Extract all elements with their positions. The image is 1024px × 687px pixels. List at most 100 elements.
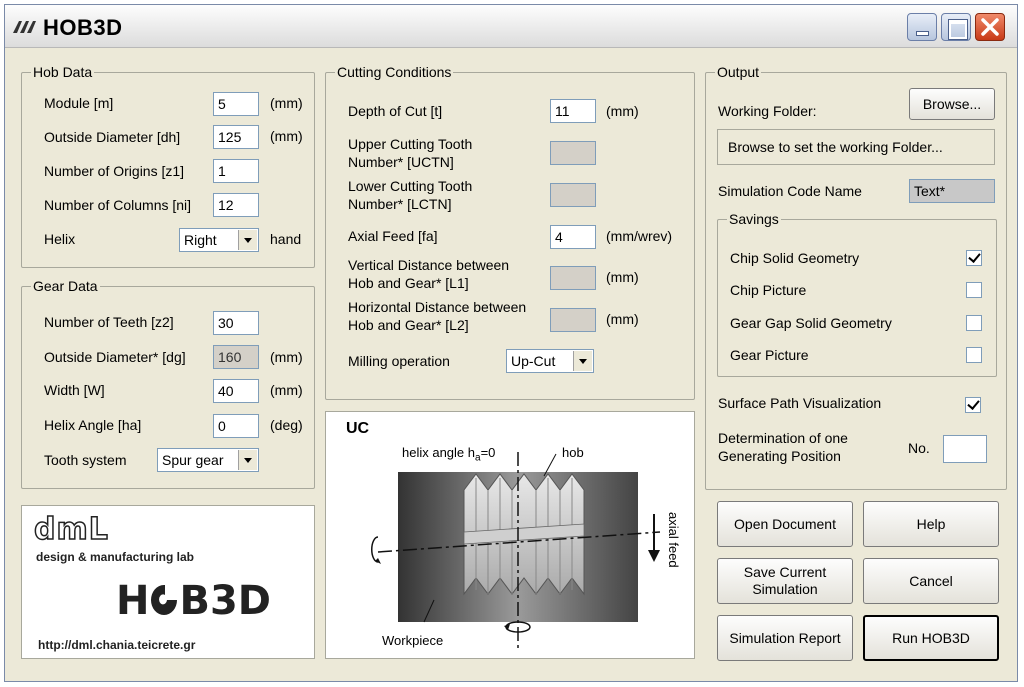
helix-select-value: Right — [184, 232, 217, 248]
help-button[interactable]: Help — [863, 501, 999, 547]
maximize-icon — [949, 20, 967, 39]
helix-select[interactable]: Right — [179, 228, 259, 252]
axial-feed-caption: axial feed — [666, 512, 681, 568]
cutting-conditions-legend: Cutting Conditions — [335, 64, 454, 80]
milling-select-value: Up-Cut — [511, 353, 556, 369]
helix-angle-caption-text: helix angle h — [402, 445, 475, 460]
module-unit: (mm) — [270, 95, 303, 111]
browse-button[interactable]: Browse... — [909, 88, 995, 120]
gear-gap-checkbox[interactable] — [966, 315, 982, 331]
l2-input — [550, 308, 596, 332]
saving-label-gear-gap: Gear Gap Solid Geometry — [730, 315, 892, 331]
run-hob3d-button[interactable]: Run HOB3D — [863, 615, 999, 661]
l1-label-line1: Vertical Distance between — [348, 257, 510, 273]
columns-input[interactable]: 12 — [213, 193, 259, 217]
open-document-button[interactable]: Open Document — [717, 501, 853, 547]
hob-diameter-label: Outside Diameter [dh] — [44, 129, 181, 145]
uctn-label-line2: Number* [UCTN] — [348, 154, 454, 170]
gear-diameter-input: 160 — [213, 345, 259, 369]
milling-select[interactable]: Up-Cut — [506, 349, 594, 373]
helix-angle-caption: helix angle ha=0 — [402, 444, 495, 467]
close-button[interactable] — [975, 13, 1005, 41]
product-logo-left: H — [116, 578, 150, 624]
gear-diameter-label: Outside Diameter* [dg] — [44, 349, 186, 365]
hob-shape — [463, 473, 585, 596]
depth-label: Depth of Cut [t] — [348, 103, 443, 119]
helix-label: Helix — [44, 231, 76, 247]
savings-legend: Savings — [727, 211, 781, 227]
lab-subtitle: design & manufacturing lab — [36, 550, 195, 564]
module-input[interactable]: 5 — [213, 92, 259, 116]
output-legend: Output — [715, 64, 762, 80]
hob-rotation-icon — [371, 536, 379, 563]
chip-solid-checkbox[interactable] — [966, 250, 982, 266]
hobbing-diagram — [371, 452, 661, 652]
simulation-report-button[interactable]: Simulation Report — [717, 615, 853, 661]
axial-feed-unit: (mm/wrev) — [606, 228, 673, 244]
chevron-down-icon[interactable] — [238, 230, 257, 250]
generating-label-line1: Determination of one — [718, 430, 848, 446]
gear-picture-checkbox[interactable] — [966, 347, 982, 363]
chevron-down-icon[interactable] — [573, 351, 592, 371]
saving-label-chip-picture: Chip Picture — [730, 282, 807, 298]
working-folder-field[interactable]: Browse to set the working Folder... — [717, 129, 995, 165]
saving-label-chip-solid: Chip Solid Geometry — [730, 250, 860, 266]
saving-label-gear-picture: Gear Picture — [730, 347, 809, 363]
hob-data-group: Hob Data Module [m] 5 (mm) Outside Diame… — [21, 64, 315, 268]
tooth-system-select[interactable]: Spur gear — [157, 448, 259, 472]
axial-feed-input[interactable]: 4 — [550, 225, 596, 249]
output-group: Output Working Folder: Browse... Browse … — [705, 64, 1007, 490]
chevron-down-icon[interactable] — [238, 450, 257, 470]
code-name-label: Simulation Code Name — [718, 183, 862, 199]
minimize-button[interactable] — [907, 13, 937, 41]
width-label: Width [W] — [44, 382, 105, 398]
teeth-input[interactable]: 30 — [213, 311, 259, 335]
axial-feed-label: Axial Feed [fa] — [348, 228, 438, 244]
close-icon — [981, 18, 999, 36]
gear-data-group: Gear Data Number of Teeth [z2] 30 Outsid… — [21, 278, 315, 489]
width-input[interactable]: 40 — [213, 379, 259, 403]
hob-diameter-input[interactable]: 125 — [213, 125, 259, 149]
code-name-input[interactable]: Text* — [909, 179, 995, 203]
maximize-button[interactable] — [941, 13, 971, 41]
hob-swirl-icon — [151, 585, 178, 615]
app-icon — [13, 21, 36, 33]
window-title: HOB3D — [43, 15, 123, 40]
main-window: HOB3D Hob Data Module [m] 5 (mm) Outside… — [4, 4, 1018, 682]
workpiece-caption: Workpiece — [382, 633, 444, 648]
hob-data-legend: Hob Data — [31, 64, 95, 80]
lab-url[interactable]: http://dml.chania.teicrete.gr — [38, 638, 195, 652]
title-bar[interactable]: HOB3D — [5, 5, 1017, 48]
chip-picture-checkbox[interactable] — [966, 282, 982, 298]
tooth-system-label: Tooth system — [44, 452, 127, 468]
generating-label-line2: Generating Position — [718, 448, 841, 464]
width-unit: (mm) — [270, 382, 303, 398]
uctn-label-line1: Upper Cutting Tooth — [348, 136, 473, 152]
helix-angle-input[interactable]: 0 — [213, 414, 259, 438]
position-no-input[interactable] — [943, 435, 987, 463]
cutting-conditions-group: Cutting Conditions Depth of Cut [t] 11 (… — [325, 64, 695, 400]
l2-unit: (mm) — [606, 311, 639, 327]
helix-unit: hand — [270, 231, 302, 247]
l1-label-line2: Hob and Gear* [L1] — [348, 275, 469, 291]
helix-angle-unit: (deg) — [270, 417, 303, 433]
hob-diameter-unit: (mm) — [270, 128, 303, 144]
lctn-label-line2: Number* [LCTN] — [348, 196, 452, 212]
gear-data-legend: Gear Data — [31, 278, 100, 294]
surface-path-label: Surface Path Visualization — [718, 395, 882, 411]
hob-caption: hob — [562, 445, 584, 460]
module-label: Module [m] — [44, 95, 114, 111]
depth-input[interactable]: 11 — [550, 99, 596, 123]
save-simulation-line1: Save Current — [743, 564, 827, 580]
save-simulation-button[interactable]: Save Current Simulation — [717, 558, 853, 604]
savings-group: Savings Chip Solid Geometry Chip Picture… — [717, 211, 997, 377]
position-no-label: No. — [908, 440, 930, 456]
save-simulation-line2: Simulation — [752, 581, 818, 597]
product-logo-right: B3D — [179, 578, 272, 624]
product-logo: H B3D — [116, 578, 271, 624]
origins-input[interactable]: 1 — [213, 159, 259, 183]
surface-path-checkbox[interactable] — [965, 397, 981, 413]
milling-code-label: UC — [346, 420, 370, 437]
origins-label: Number of Origins [z1] — [44, 163, 185, 179]
cancel-button[interactable]: Cancel — [863, 558, 999, 604]
